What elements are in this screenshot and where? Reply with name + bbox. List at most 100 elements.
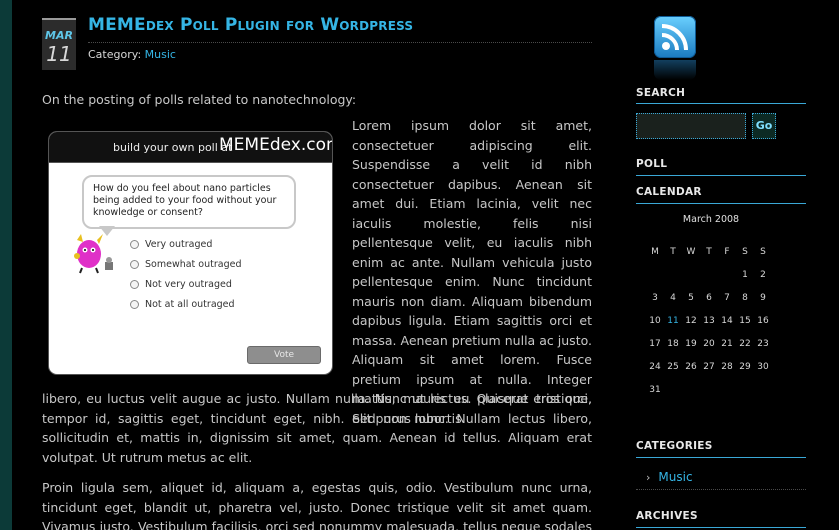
calendar-day: 23 — [757, 338, 769, 349]
blog-page: MAR 11 MEMEdex Poll Plugin for Wordpress… — [12, 0, 839, 530]
weekday: T — [706, 246, 712, 257]
categories-heading: CATEGORIES — [636, 440, 713, 452]
poll-option: Very outraged — [130, 239, 212, 253]
post-date-month: MAR — [45, 29, 73, 42]
mascot-illustration — [74, 234, 113, 274]
post-paragraph-2: Proin ligula sem, aliquet id, aliquam a,… — [42, 480, 592, 530]
calendar-day: 12 — [685, 315, 697, 326]
calendar-day: 5 — [688, 292, 694, 303]
chevron-right-icon: › — [646, 471, 651, 484]
calendar-table: M T W T F S S 1 2 3 4 5 6 7 8 9 10 11 12… — [646, 240, 772, 401]
poll-option: Not very outraged — [130, 279, 232, 293]
poll-vote-button: Vote — [247, 346, 321, 364]
poll-question-bubble: How do you feel about nano particles bei… — [82, 175, 296, 229]
post-intro: On the posting of polls related to nanot… — [42, 92, 357, 107]
calendar-day: 25 — [667, 361, 679, 372]
calendar-day: 31 — [649, 384, 661, 395]
calendar-day — [754, 378, 772, 401]
poll-heading: POLL — [636, 158, 668, 170]
calendar-day: 4 — [670, 292, 676, 303]
calendar-day — [682, 378, 700, 401]
rss-symbol-icon — [661, 24, 688, 51]
search-go-button[interactable]: Go — [752, 113, 776, 139]
calendar-weekdays: M T W T F S S — [646, 240, 772, 263]
weekday: M — [651, 246, 659, 257]
calendar-week: 10 11 12 13 14 15 16 — [646, 309, 772, 332]
weekday: T — [670, 246, 676, 257]
calendar-day: 27 — [703, 361, 715, 372]
calendar-day-today[interactable]: 11 — [664, 309, 682, 332]
radio-icon — [130, 300, 139, 309]
post-date-day: 11 — [46, 42, 72, 66]
post-paragraph-wrap: libero, eu luctus velit augue ac justo. … — [42, 391, 592, 465]
calendar-day: 22 — [739, 338, 751, 349]
calendar-day: 16 — [757, 315, 769, 326]
calendar-day — [700, 378, 718, 401]
calendar-day: 14 — [721, 315, 733, 326]
calendar-week: 1 2 — [646, 263, 772, 286]
calendar-week: 3 4 5 6 7 8 9 — [646, 286, 772, 309]
post-date-badge: MAR 11 — [42, 18, 76, 70]
poll-question: How do you feel about nano particles bei… — [93, 183, 277, 218]
post-category: Category: Music — [88, 48, 176, 61]
calendar-divider — [636, 203, 806, 204]
calendar-day: 28 — [721, 361, 733, 372]
poll-divider — [636, 175, 806, 176]
weekday: S — [760, 246, 766, 257]
weekday: W — [686, 246, 696, 257]
title-divider — [88, 42, 592, 43]
weekday: S — [742, 246, 748, 257]
calendar-day: 7 — [724, 292, 730, 303]
weekday: F — [724, 246, 730, 257]
calendar-day: 13 — [703, 315, 715, 326]
calendar-heading: CALENDAR — [636, 186, 702, 198]
calendar-day: 19 — [685, 338, 697, 349]
calendar-day — [718, 378, 736, 401]
calendar-day: 17 — [649, 338, 661, 349]
post-title[interactable]: MEMEdex Poll Plugin for Wordpress — [88, 15, 413, 35]
category-item-label: Music — [658, 470, 693, 484]
calendar-day — [646, 263, 664, 286]
poll-option: Somewhat outraged — [130, 259, 242, 273]
calendar-day: 20 — [703, 338, 715, 349]
radio-icon — [130, 240, 139, 249]
poll-image-header: build your own poll at MEMEdex.com — [49, 132, 332, 163]
calendar-day — [664, 263, 682, 286]
calendar-day: 26 — [685, 361, 697, 372]
radio-icon — [130, 260, 139, 269]
categories-divider — [636, 457, 806, 458]
calendar-day: 18 — [667, 338, 679, 349]
calendar-day: 9 — [760, 292, 766, 303]
search-input[interactable] — [636, 113, 746, 139]
poll-option: Not at all outraged — [130, 299, 235, 313]
calendar-day: 2 — [760, 269, 766, 280]
calendar-day: 3 — [652, 292, 658, 303]
calendar-day: 6 — [706, 292, 712, 303]
rss-icon-reflection — [654, 60, 696, 80]
calendar-day: 29 — [739, 361, 751, 372]
poll-image: build your own poll at MEMEdex.com How d… — [49, 132, 332, 374]
category-label: Category: — [88, 48, 142, 61]
poll-image-brand: MEMEdex.com — [219, 135, 332, 155]
calendar-day — [700, 263, 718, 286]
category-link-music[interactable]: Music — [145, 48, 176, 61]
calendar-day — [682, 263, 700, 286]
calendar-day — [736, 378, 754, 401]
calendar-day: 10 — [649, 315, 661, 326]
category-item-music[interactable]: › Music — [646, 470, 693, 484]
calendar-week: 24 25 26 27 28 29 30 — [646, 355, 772, 378]
calendar-week: 17 18 19 20 21 22 23 — [646, 332, 772, 355]
calendar-day: 21 — [721, 338, 733, 349]
calendar-day: 1 — [742, 269, 748, 280]
search-heading: SEARCH — [636, 87, 686, 99]
calendar-day — [664, 378, 682, 401]
rss-feed-icon[interactable] — [654, 16, 696, 58]
poll-image-tagline: build your own poll at — [113, 141, 233, 154]
archives-divider — [636, 527, 806, 528]
calendar-day — [718, 263, 736, 286]
calendar-day: 15 — [739, 315, 751, 326]
calendar-day: 8 — [742, 292, 748, 303]
calendar-day: 30 — [757, 361, 769, 372]
radio-icon — [130, 280, 139, 289]
calendar-day: 24 — [649, 361, 661, 372]
